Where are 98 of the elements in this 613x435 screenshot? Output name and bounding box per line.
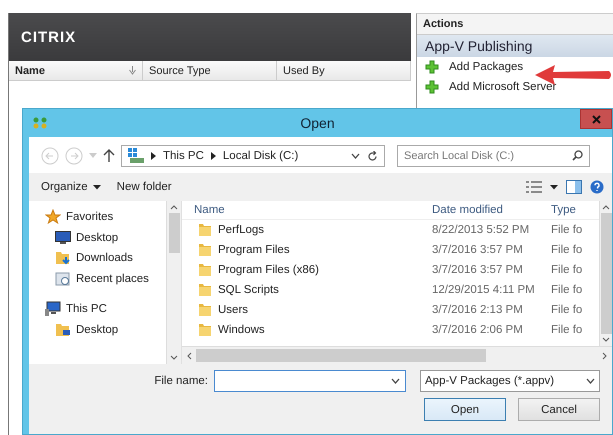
recent-places-icon bbox=[55, 270, 71, 287]
file-type-dropdown[interactable]: App-V Packages (*.appv) bbox=[420, 370, 600, 392]
new-folder-button[interactable]: New folder bbox=[112, 179, 176, 195]
action-item[interactable]: Add Packages bbox=[417, 57, 532, 77]
scroll-thumb[interactable] bbox=[168, 213, 180, 253]
column-header[interactable]: Type bbox=[550, 204, 576, 216]
nav-item[interactable]: Desktop bbox=[45, 320, 166, 340]
file-name: PerfLogs bbox=[218, 224, 264, 236]
folder-download-icon bbox=[55, 250, 71, 266]
file-name-field[interactable] bbox=[214, 370, 406, 392]
file-name: Windows bbox=[218, 324, 265, 336]
scroll-up-icon[interactable] bbox=[170, 204, 178, 210]
plus-icon bbox=[425, 60, 439, 74]
file-name: Program Files (x86) bbox=[218, 264, 319, 276]
file-name: Users bbox=[218, 304, 248, 316]
type-cell: File fo bbox=[550, 324, 582, 336]
type-cell: File fo bbox=[550, 224, 582, 236]
date-cell-text: 3/7/2016 3:57 PM bbox=[432, 244, 524, 256]
star-icon bbox=[45, 209, 61, 226]
organize-menu[interactable]: Organize bbox=[37, 179, 105, 195]
scrollbar[interactable] bbox=[599, 201, 612, 346]
action-item[interactable]: Add Microsoft Server bbox=[417, 77, 564, 97]
panel-title: Actions bbox=[417, 14, 613, 35]
breadcrumb-item[interactable]: This PC bbox=[163, 150, 204, 162]
file-name: SQL Scripts bbox=[218, 284, 279, 296]
computer-icon bbox=[45, 301, 61, 318]
folder-icon bbox=[198, 303, 212, 317]
dropdown-icon[interactable] bbox=[351, 153, 360, 159]
open-button[interactable]: Open bbox=[424, 398, 506, 421]
search-field[interactable]: Search Local Disk (C:) bbox=[397, 145, 590, 167]
close-button[interactable] bbox=[580, 109, 612, 129]
plus-icon bbox=[425, 80, 439, 94]
column-header[interactable]: Name bbox=[182, 204, 432, 216]
caret-icon bbox=[92, 184, 101, 190]
type-cell: File fo bbox=[550, 264, 582, 276]
type-cell: File fo bbox=[550, 284, 582, 296]
folder-icon bbox=[198, 283, 212, 297]
cancel-button[interactable]: Cancel bbox=[518, 398, 600, 421]
help-icon[interactable] bbox=[590, 180, 604, 194]
scroll-right-icon[interactable] bbox=[602, 352, 608, 360]
type-cell: File fo bbox=[550, 304, 582, 316]
column-label: Used By bbox=[283, 64, 325, 76]
column-header[interactable]: Source Type bbox=[143, 61, 277, 80]
up-arrow-icon[interactable] bbox=[103, 149, 115, 163]
date-cell-text: 12/29/2015 4:11 PM bbox=[432, 284, 536, 296]
section-header: App-V Publishing bbox=[417, 35, 613, 57]
scroll-left-icon[interactable] bbox=[186, 352, 192, 360]
date-cell-text: 3/7/2016 2:06 PM bbox=[432, 324, 524, 336]
date-cell-text: 3/7/2016 2:13 PM bbox=[432, 304, 524, 316]
date-cell-text: 3/7/2016 3:57 PM bbox=[432, 264, 524, 276]
window-title: Open bbox=[299, 115, 336, 131]
file-row[interactable]: SQL Scripts 12/29/2015 4:11 PM File fo bbox=[182, 280, 599, 300]
nav-item[interactable]: Recent places bbox=[45, 268, 166, 289]
nav-item[interactable]: This PC bbox=[45, 299, 166, 320]
file-row[interactable]: Users 3/7/2016 2:13 PM File fo bbox=[182, 300, 599, 320]
scroll-up-icon[interactable] bbox=[602, 204, 610, 210]
caret-icon[interactable] bbox=[550, 184, 558, 190]
type-cell: File fo bbox=[550, 244, 582, 256]
nav-item[interactable]: Desktop bbox=[45, 228, 166, 248]
chevron-icon bbox=[151, 152, 156, 160]
address-bar[interactable]: This PC Local Disk (C:) bbox=[121, 145, 385, 167]
breadcrumb-item[interactable]: Local Disk (C:) bbox=[222, 150, 298, 162]
scroll-thumb[interactable] bbox=[600, 213, 612, 334]
dropdown-icon[interactable] bbox=[391, 378, 400, 384]
folder-desktop-icon bbox=[55, 322, 71, 338]
folder-icon bbox=[198, 263, 212, 277]
chevron-icon bbox=[210, 152, 216, 160]
nav-item[interactable]: Favorites bbox=[45, 207, 166, 228]
app-icon bbox=[33, 117, 47, 129]
column-header[interactable]: Date modified bbox=[432, 204, 550, 216]
date-cell-text: 8/22/2013 5:52 PM bbox=[432, 224, 530, 236]
scroll-down-icon[interactable] bbox=[602, 337, 610, 343]
file-row[interactable]: Program Files (x86) 3/7/2016 3:57 PM File fo bbox=[182, 260, 599, 280]
monitor-icon bbox=[55, 230, 71, 245]
folder-icon bbox=[198, 223, 212, 237]
scroll-thumb[interactable] bbox=[196, 349, 486, 362]
column-header[interactable]: Used By bbox=[277, 61, 411, 80]
nav-item[interactable]: Downloads bbox=[45, 248, 166, 268]
file-row[interactable]: Windows 3/7/2016 2:06 PM File fo bbox=[182, 320, 599, 340]
search-icon bbox=[572, 150, 583, 161]
logo: CITRIX bbox=[21, 28, 76, 46]
file-row[interactable]: Program Files 3/7/2016 3:57 PM File fo bbox=[182, 240, 599, 260]
preview-pane-icon[interactable] bbox=[566, 180, 582, 194]
scrollbar[interactable] bbox=[182, 346, 612, 364]
file-name: Program Files bbox=[218, 244, 290, 256]
file-row[interactable]: PerfLogs 8/22/2013 5:52 PM File fo bbox=[182, 220, 599, 240]
view-options-icon[interactable] bbox=[526, 181, 542, 193]
drive-icon bbox=[128, 148, 144, 164]
close-icon bbox=[592, 114, 600, 124]
caret-icon bbox=[586, 378, 595, 384]
column-label: Source Type bbox=[149, 64, 211, 76]
refresh-icon[interactable] bbox=[367, 150, 378, 162]
column-header[interactable]: Name bbox=[9, 61, 143, 80]
folder-icon bbox=[198, 243, 212, 257]
field-label: File name: bbox=[154, 375, 208, 387]
column-label: Name bbox=[15, 64, 45, 76]
scroll-down-icon[interactable] bbox=[170, 355, 178, 361]
folder-icon bbox=[198, 323, 212, 337]
